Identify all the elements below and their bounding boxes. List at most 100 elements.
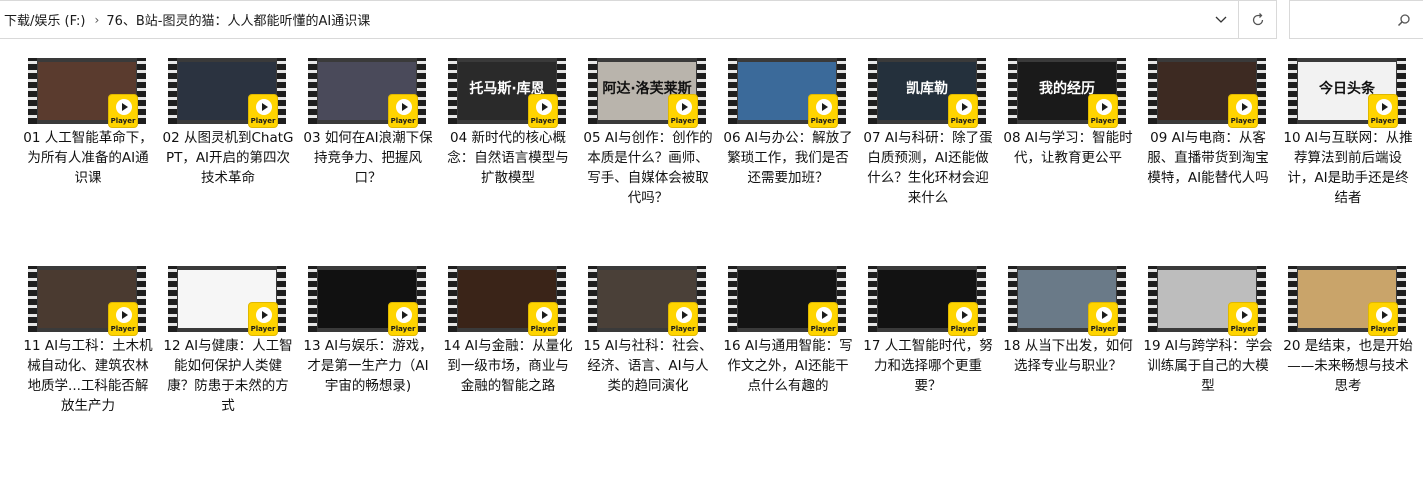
file-item[interactable]: Player 18 从当下出发，如何选择专业与职业？ (998, 264, 1138, 472)
file-item[interactable]: 托马斯·库恩 Player 04 新时代的核心概念：自然语言模型与扩散模型 (438, 56, 578, 264)
player-icon: Player (108, 302, 138, 336)
file-item[interactable]: Player 17 人工智能时代，努力和选择哪个更重要？ (858, 264, 998, 472)
file-item[interactable]: Player 02 从图灵机到ChatGPT，AI开启的第四次技术革命 (158, 56, 298, 264)
search-input[interactable] (1296, 9, 1386, 31)
file-item[interactable]: Player 01 人工智能革命下，为所有人准备的AI通识课 (18, 56, 158, 264)
play-icon (536, 99, 552, 115)
player-badge-label: Player (1370, 117, 1396, 125)
breadcrumb-drive[interactable]: 下载/娱乐 (F:) (0, 10, 92, 29)
file-item[interactable]: Player 03 如何在AI浪潮下保持竞争力、把握风口？ (298, 56, 438, 264)
film-strip (697, 58, 706, 124)
file-name[interactable]: 09 AI与电商：从客服、直播带货到淘宝模特，AI能替代人吗 (1142, 128, 1274, 188)
player-badge-label: Player (390, 325, 416, 333)
search-box[interactable] (1289, 0, 1423, 39)
address-history-dropdown[interactable] (1204, 1, 1238, 39)
player-badge-label: Player (670, 325, 696, 333)
file-name[interactable]: 20 是结束，也是开始——未来畅想与技术思考 (1282, 336, 1414, 396)
play-icon (816, 99, 832, 115)
play-icon (256, 99, 272, 115)
player-badge-label: Player (810, 325, 836, 333)
player-badge-label: Player (1090, 117, 1116, 125)
file-item[interactable]: Player 09 AI与电商：从客服、直播带货到淘宝模特，AI能替代人吗 (1138, 56, 1278, 264)
play-icon (676, 307, 692, 323)
file-item[interactable]: Player 13 AI与娱乐：游戏，才是第一生产力（AI宇宙的畅想录) (298, 264, 438, 472)
file-item[interactable]: 凯库勒 Player 07 AI与科研：除了蛋白质预测，AI还能做什么？生化环材会迎… (858, 56, 998, 264)
file-name[interactable]: 05 AI与创作：创作的本质是什么？画师、写手、自媒体会被取代吗？ (582, 128, 714, 208)
file-name[interactable]: 04 新时代的核心概念：自然语言模型与扩散模型 (442, 128, 574, 188)
breadcrumb-folder[interactable]: 76、B站-图灵的猫：人人都能听懂的AI通识课 (102, 10, 376, 29)
file-name[interactable]: 07 AI与科研：除了蛋白质预测，AI还能做什么？生化环材会迎来什么 (862, 128, 994, 208)
film-strip (1117, 266, 1126, 332)
file-name[interactable]: 02 从图灵机到ChatGPT，AI开启的第四次技术革命 (162, 128, 294, 188)
film-strip (1008, 58, 1017, 124)
file-item[interactable]: Player 06 AI与办公：解放了繁琐工作，我们是否还需要加班？ (718, 56, 858, 264)
file-name[interactable]: 10 AI与互联网：从推荐算法到前后端设计，AI是助手还是终结者 (1282, 128, 1414, 208)
file-name[interactable]: 11 AI与工科：土木机械自动化、建筑农林地质学...工科能否解放生产力 (22, 336, 154, 416)
file-item[interactable]: 今日头条 Player 10 AI与互联网：从推荐算法到前后端设计，AI是助手还是终… (1278, 56, 1418, 264)
film-strip (448, 58, 457, 124)
file-item[interactable]: Player 20 是结束，也是开始——未来畅想与技术思考 (1278, 264, 1418, 472)
file-name[interactable]: 15 AI与社科：社会、经济、语言、AI与人类的趋同演化 (582, 336, 714, 396)
player-icon: Player (1088, 302, 1118, 336)
file-item[interactable]: Player 16 AI与通用智能：写作文之外，AI还能干点什么有趣的 (718, 264, 858, 472)
play-icon (116, 307, 132, 323)
file-name[interactable]: 12 AI与健康：人工智能如何保护人类健康？防患于未然的方式 (162, 336, 294, 416)
play-icon (1096, 99, 1112, 115)
player-icon: Player (388, 302, 418, 336)
file-name[interactable]: 06 AI与办公：解放了繁琐工作，我们是否还需要加班？ (722, 128, 854, 188)
search-icon (1397, 13, 1410, 26)
play-icon (396, 99, 412, 115)
film-strip (277, 266, 286, 332)
film-strip (868, 58, 877, 124)
play-icon (1236, 99, 1252, 115)
file-name[interactable]: 16 AI与通用智能：写作文之外，AI还能干点什么有趣的 (722, 336, 854, 396)
player-badge-label: Player (250, 325, 276, 333)
film-strip (588, 58, 597, 124)
film-strip (868, 266, 877, 332)
file-name[interactable]: 08 AI与学习：智能时代，让教育更公平 (1002, 128, 1134, 168)
address-bar[interactable]: 下载/娱乐 (F:) › 76、B站-图灵的猫：人人都能听懂的AI通识课 (0, 0, 1277, 39)
file-item[interactable]: Player 19 AI与跨学科：学会训练属于自己的大模型 (1138, 264, 1278, 472)
refresh-button[interactable] (1238, 0, 1276, 39)
file-name[interactable]: 14 AI与金融：从量化到一级市场，商业与金融的智能之路 (442, 336, 574, 396)
file-item[interactable]: 阿达·洛芙莱斯 Player 05 AI与创作：创作的本质是什么？画师、写手、自媒体… (578, 56, 718, 264)
film-strip (1257, 266, 1266, 332)
player-icon: Player (388, 94, 418, 128)
film-strip (977, 266, 986, 332)
play-icon (956, 99, 972, 115)
player-badge-label: Player (110, 325, 136, 333)
film-strip (308, 266, 317, 332)
file-item[interactable]: Player 11 AI与工科：土木机械自动化、建筑农林地质学...工科能否解放生… (18, 264, 158, 472)
player-badge-label: Player (530, 325, 556, 333)
play-icon (396, 307, 412, 323)
player-icon: Player (948, 94, 978, 128)
player-badge-label: Player (950, 325, 976, 333)
file-name[interactable]: 17 人工智能时代，努力和选择哪个更重要？ (862, 336, 994, 396)
file-name[interactable]: 01 人工智能革命下，为所有人准备的AI通识课 (22, 128, 154, 188)
player-icon: Player (808, 302, 838, 336)
file-item[interactable]: Player 15 AI与社科：社会、经济、语言、AI与人类的趋同演化 (578, 264, 718, 472)
film-strip (728, 58, 737, 124)
player-icon: Player (948, 302, 978, 336)
player-icon: Player (248, 94, 278, 128)
film-strip (168, 266, 177, 332)
film-strip (1397, 266, 1406, 332)
film-strip (1288, 58, 1297, 124)
player-icon: Player (528, 302, 558, 336)
player-badge-label: Player (670, 117, 696, 125)
film-strip (1288, 266, 1297, 332)
play-icon (1096, 307, 1112, 323)
film-strip (1257, 58, 1266, 124)
film-strip (557, 266, 566, 332)
chevron-right-icon[interactable]: › (92, 13, 103, 27)
file-item[interactable]: Player 12 AI与健康：人工智能如何保护人类健康？防患于未然的方式 (158, 264, 298, 472)
file-item[interactable]: Player 14 AI与金融：从量化到一级市场，商业与金融的智能之路 (438, 264, 578, 472)
film-strip (837, 266, 846, 332)
play-icon (256, 307, 272, 323)
file-item[interactable]: 我的经历 Player 08 AI与学习：智能时代，让教育更公平 (998, 56, 1138, 264)
film-strip (1117, 58, 1126, 124)
file-name[interactable]: 18 从当下出发，如何选择专业与职业？ (1002, 336, 1134, 376)
file-name[interactable]: 13 AI与娱乐：游戏，才是第一生产力（AI宇宙的畅想录) (302, 336, 434, 396)
file-name[interactable]: 19 AI与跨学科：学会训练属于自己的大模型 (1142, 336, 1274, 396)
file-name[interactable]: 03 如何在AI浪潮下保持竞争力、把握风口？ (302, 128, 434, 188)
